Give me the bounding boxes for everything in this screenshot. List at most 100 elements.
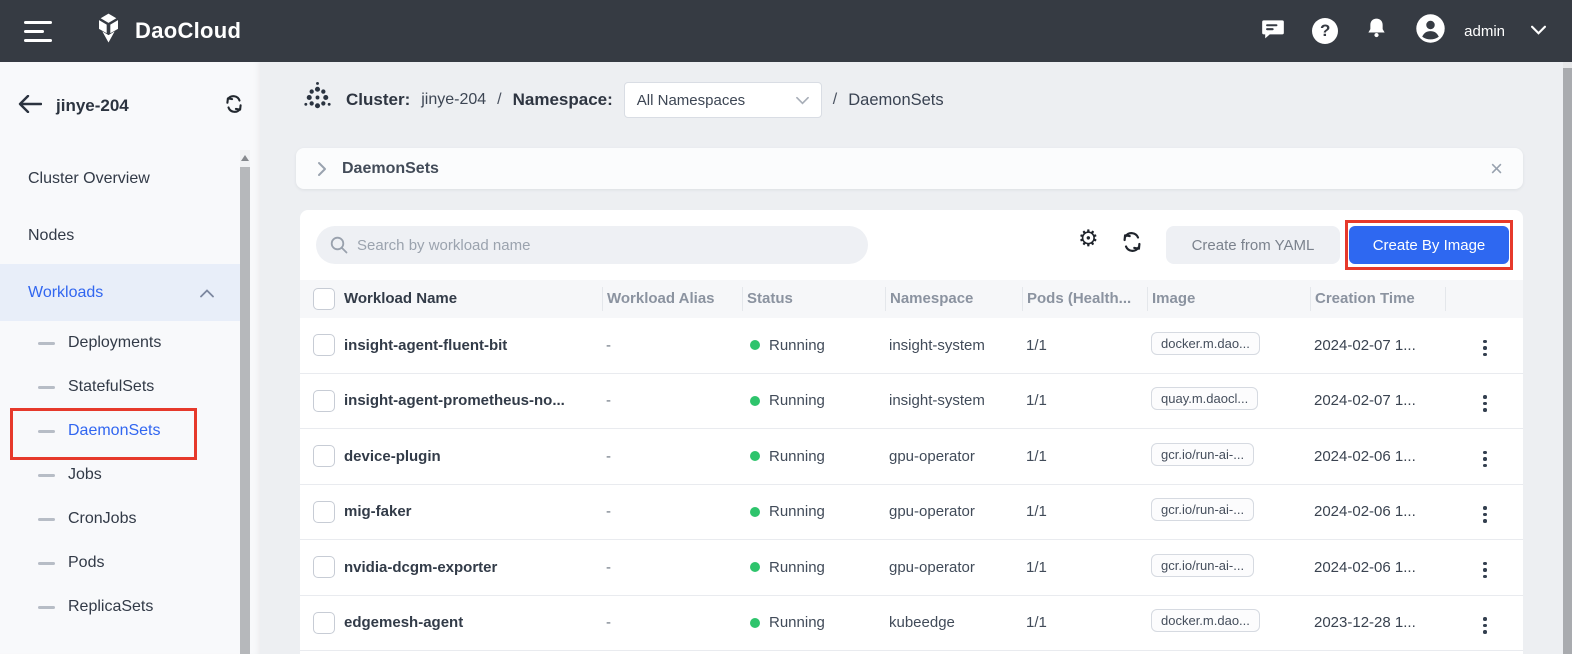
- sidebar-item-replicasets[interactable]: ReplicaSets: [0, 585, 240, 629]
- tab-chevron-icon: [316, 160, 328, 178]
- workload-alias: -: [602, 337, 742, 354]
- table-row: device-plugin - Running gpu-operator 1/1…: [300, 429, 1523, 485]
- status-cell: Running: [742, 448, 885, 465]
- col-status[interactable]: Status: [742, 287, 885, 311]
- sidebar: jinye-204 Cluster Overview Nodes Workloa…: [0, 62, 260, 654]
- col-pods-health[interactable]: Pods (Health...: [1022, 287, 1147, 311]
- workload-name-link[interactable]: device-plugin: [344, 448, 602, 465]
- row-checkbox[interactable]: [313, 501, 335, 523]
- brand-name: DaoCloud: [135, 18, 241, 44]
- select-all-checkbox[interactable]: [313, 288, 335, 310]
- back-arrow-icon[interactable]: [18, 95, 42, 118]
- kebab-menu-icon[interactable]: [1477, 613, 1493, 638]
- image-tag[interactable]: quay.m.daocl...: [1151, 387, 1258, 410]
- status-text: Running: [769, 503, 825, 520]
- nav-dash-icon: [38, 606, 55, 609]
- refresh-icon[interactable]: [1120, 230, 1144, 259]
- kebab-menu-icon[interactable]: [1477, 336, 1493, 361]
- creation-time-cell: 2024-02-07 1...: [1310, 392, 1445, 409]
- notifications-bell-icon[interactable]: [1364, 16, 1389, 46]
- image-tag[interactable]: docker.m.dao...: [1151, 609, 1260, 632]
- workload-name-link[interactable]: nvidia-dcgm-exporter: [344, 559, 602, 576]
- row-checkbox[interactable]: [313, 334, 335, 356]
- main-area: Cluster: jinye-204 / Namespace: All Name…: [260, 62, 1572, 654]
- col-image[interactable]: Image: [1147, 287, 1310, 311]
- namespace-cell: gpu-operator: [885, 503, 1022, 520]
- creation-time-cell: 2024-02-06 1...: [1310, 559, 1445, 576]
- pods-cell: 1/1: [1022, 392, 1147, 409]
- sidebar-item-cluster-overview[interactable]: Cluster Overview: [0, 150, 240, 207]
- sidebar-item-cronjobs[interactable]: CronJobs: [0, 497, 240, 541]
- row-checkbox[interactable]: [313, 612, 335, 634]
- sidebar-item-label: ReplicaSets: [68, 598, 153, 616]
- menu-icon[interactable]: [24, 15, 52, 48]
- sidebar-item-workloads[interactable]: Workloads: [0, 264, 240, 321]
- page-scrollbar[interactable]: [1563, 62, 1572, 654]
- sidebar-item-deployments[interactable]: Deployments: [0, 321, 240, 365]
- message-icon[interactable]: [1260, 16, 1286, 47]
- row-checkbox[interactable]: [313, 556, 335, 578]
- workload-name-link[interactable]: edgemesh-agent: [344, 614, 602, 631]
- page-scrollbar-thumb[interactable]: [1563, 68, 1572, 654]
- row-checkbox[interactable]: [313, 390, 335, 412]
- chevron-up-icon[interactable]: [200, 285, 214, 303]
- sidebar-item-statefulsets[interactable]: StatefulSets: [0, 365, 240, 409]
- status-dot-icon: [750, 396, 760, 406]
- sidebar-item-jobs[interactable]: Jobs: [0, 453, 240, 497]
- kebab-menu-icon[interactable]: [1477, 558, 1493, 583]
- sidebar-scrollbar-thumb[interactable]: [240, 167, 250, 654]
- col-workload-alias[interactable]: Workload Alias: [602, 287, 742, 311]
- workload-name-link[interactable]: insight-agent-fluent-bit: [344, 337, 602, 354]
- namespace-label: Namespace:: [513, 90, 613, 110]
- sidebar-item-pods[interactable]: Pods: [0, 541, 240, 585]
- image-tag[interactable]: gcr.io/run-ai-...: [1151, 554, 1254, 577]
- sidebar-item-daemonsets[interactable]: DaemonSets: [0, 409, 240, 453]
- username[interactable]: admin: [1464, 23, 1505, 40]
- tab-close-icon[interactable]: ×: [1490, 158, 1503, 180]
- pods-cell: 1/1: [1022, 614, 1147, 631]
- actions-cell: [1445, 386, 1523, 416]
- workload-name-link[interactable]: insight-agent-prometheus-no...: [344, 392, 602, 409]
- status-text: Running: [769, 614, 825, 631]
- image-cell: quay.m.daocl...: [1147, 387, 1310, 414]
- avatar[interactable]: [1415, 13, 1446, 49]
- workload-name-link[interactable]: mig-faker: [344, 503, 602, 520]
- sidebar-item-label: Cluster Overview: [28, 170, 150, 188]
- row-checkbox[interactable]: [313, 445, 335, 467]
- table-row: insight-agent-fluent-bit - Running insig…: [300, 318, 1523, 374]
- kebab-menu-icon[interactable]: [1477, 391, 1493, 416]
- image-tag[interactable]: gcr.io/run-ai-...: [1151, 443, 1254, 466]
- kebab-menu-icon[interactable]: [1477, 447, 1493, 472]
- col-namespace[interactable]: Namespace: [885, 287, 1022, 311]
- brand-logo[interactable]: DaoCloud: [92, 12, 241, 50]
- tab-daemonsets[interactable]: DaemonSets ×: [296, 148, 1523, 189]
- namespace-select[interactable]: All Namespaces: [624, 82, 822, 118]
- status-cell: Running: [742, 392, 885, 409]
- col-workload-name[interactable]: Workload Name: [344, 287, 602, 311]
- search-box[interactable]: [316, 226, 868, 264]
- namespace-cell: gpu-operator: [885, 448, 1022, 465]
- create-from-yaml-button[interactable]: Create from YAML: [1166, 226, 1340, 264]
- actions-cell: [1445, 608, 1523, 638]
- kebab-menu-icon[interactable]: [1477, 502, 1493, 527]
- sidebar-item-nodes[interactable]: Nodes: [0, 207, 240, 264]
- actions-cell: [1445, 552, 1523, 582]
- image-tag[interactable]: gcr.io/run-ai-...: [1151, 498, 1254, 521]
- pods-cell: 1/1: [1022, 448, 1147, 465]
- creation-time-cell: 2023-12-28 1...: [1310, 614, 1445, 631]
- sidebar-scrollbar[interactable]: [240, 150, 250, 654]
- search-input[interactable]: [357, 237, 854, 254]
- table-row: nvidia-dcgm-exporter - Running gpu-opera…: [300, 540, 1523, 596]
- image-tag[interactable]: docker.m.dao...: [1151, 332, 1260, 355]
- top-bar: DaoCloud ? admin: [0, 0, 1572, 62]
- help-icon[interactable]: ?: [1312, 18, 1338, 44]
- actions-cell: [1445, 330, 1523, 360]
- scrollbar-up-arrow-icon[interactable]: [241, 155, 249, 161]
- settings-gear-icon[interactable]: ⚙: [1078, 227, 1099, 250]
- cluster-value[interactable]: jinye-204: [421, 91, 486, 109]
- create-by-image-button[interactable]: Create By Image: [1349, 226, 1509, 264]
- col-creation-time[interactable]: Creation Time: [1310, 287, 1445, 311]
- workload-alias: -: [602, 392, 742, 409]
- switch-cluster-icon[interactable]: [222, 92, 246, 121]
- user-chevron-down-icon[interactable]: [1531, 22, 1546, 40]
